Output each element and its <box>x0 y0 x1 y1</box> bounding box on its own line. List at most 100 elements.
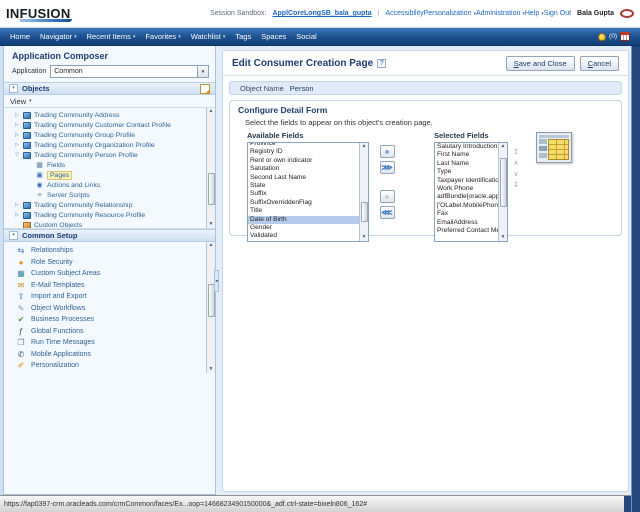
edit-note-icon[interactable] <box>200 84 210 94</box>
collapsed-arrow-icon[interactable]: ▷ <box>14 112 20 118</box>
list-option[interactable]: Rent or own indicator <box>248 157 359 165</box>
scroll-up-icon[interactable]: ▲ <box>362 144 367 149</box>
scroll-up-icon[interactable]: ▲ <box>209 243 214 248</box>
list-option[interactable]: Preferred Contact Method <box>435 227 498 235</box>
scroll-up-icon[interactable]: ▲ <box>501 144 506 149</box>
help-icon[interactable]: ? <box>377 59 386 68</box>
setup-item-mobile-applications[interactable]: ✆Mobile Applications <box>4 349 215 361</box>
list-option[interactable]: Suffix <box>248 190 359 198</box>
notifications-bell-icon[interactable] <box>598 33 606 41</box>
list-option[interactable]: Validated <box>248 232 359 238</box>
setup-item-relationships[interactable]: ⇆Relationships <box>4 245 215 257</box>
collapsed-arrow-icon[interactable]: ▷ <box>14 132 20 138</box>
list-option[interactable]: State <box>248 182 359 190</box>
setup-scrollbar[interactable]: ▲ ▼ <box>206 242 215 373</box>
scroll-down-icon[interactable]: ▼ <box>209 367 214 372</box>
list-option[interactable]: Date of Birth <box>248 216 359 224</box>
nav-item-tags[interactable]: Tags <box>235 32 251 41</box>
scrollbar-thumb[interactable] <box>361 202 368 222</box>
list-option[interactable]: EmailAddress <box>435 219 498 227</box>
scroll-down-icon[interactable]: ▼ <box>362 235 367 240</box>
tree-node-custom-objects[interactable]: Custom Objects <box>4 220 215 229</box>
tree-node-trading-community-group-profile[interactable]: ▷Trading Community Group Profile <box>4 130 215 140</box>
list-option[interactable]: Work Phone <box>435 185 498 193</box>
scrollbar-thumb[interactable] <box>500 158 507 207</box>
available-fields-listbox[interactable]: ProvinceRegistry IDRent or own indicator… <box>247 142 369 242</box>
move-to-top-button[interactable]: ↥ <box>513 149 519 156</box>
header-link-personalization[interactable]: Personalization▾ <box>424 10 476 17</box>
header-link-accessibility[interactable]: Accessibility <box>385 10 423 17</box>
setup-item-object-workflows[interactable]: ✎Object Workflows <box>4 303 215 315</box>
panel-splitter-handle[interactable]: ◂ <box>214 270 219 292</box>
calendar-icon[interactable] <box>620 32 630 41</box>
common-setup-section-header[interactable]: ▾ Common Setup <box>4 229 215 242</box>
nav-item-watchlist[interactable]: Watchlist▾ <box>191 32 226 41</box>
nav-item-navigator[interactable]: Navigator▾ <box>40 32 77 41</box>
move-all-button[interactable]: ⋙ <box>380 161 395 174</box>
list-option[interactable]: Fax <box>435 210 498 218</box>
remove-all-button[interactable]: ⋘ <box>380 206 395 219</box>
list-option[interactable]: Second Last Name <box>248 174 359 182</box>
setup-item-import-and-export[interactable]: ⇧Import and Export <box>4 291 215 303</box>
tree-node-trading-community-customer-contact-profile[interactable]: ▷Trading Community Customer Contact Prof… <box>4 120 215 130</box>
move-down-button[interactable]: ∨ <box>513 171 518 178</box>
list-option[interactable]: Registry ID <box>248 148 359 156</box>
nav-item-home[interactable]: Home <box>10 32 30 41</box>
scroll-down-icon[interactable]: ▼ <box>209 222 214 227</box>
setup-item-custom-subject-areas[interactable]: ▦Custom Subject Areas <box>4 268 215 280</box>
expanded-arrow-icon[interactable]: ▽ <box>14 152 20 158</box>
setup-item-role-security[interactable]: ●Role Security <box>4 257 215 269</box>
nav-item-spaces[interactable]: Spaces <box>261 32 286 41</box>
tree-child-pages[interactable]: ▣Pages <box>4 170 215 180</box>
header-link-sign-out[interactable]: Sign Out <box>544 10 571 17</box>
collapse-icon[interactable]: ▾ <box>9 84 18 93</box>
list-option[interactable]: Gender <box>248 224 359 232</box>
header-link-administration[interactable]: Administration▾ <box>476 10 525 17</box>
tree-node-trading-community-resource-profile[interactable]: ▷Trading Community Resource Profile <box>4 210 215 220</box>
scroll-up-icon[interactable]: ▲ <box>209 109 214 114</box>
tree-child-fields[interactable]: ▦Fields <box>4 160 215 170</box>
cancel-button[interactable]: Cancel <box>580 56 619 71</box>
tree-child-actions-and-links[interactable]: ◉Actions and Links <box>4 180 215 190</box>
selected-fields-listbox[interactable]: Salutary IntroductionFirst NameLast Name… <box>434 142 508 242</box>
list-option[interactable]: SuffixOverriddenFlag <box>248 199 359 207</box>
tree-node-trading-community-address[interactable]: ▷Trading Community Address <box>4 110 215 120</box>
list-option[interactable]: First Name <box>435 151 498 159</box>
setup-item-run-time-messages[interactable]: ❐Run Time Messages <box>4 337 215 349</box>
tree-scrollbar[interactable]: ▲ ▼ <box>206 108 215 228</box>
move-to-bottom-button[interactable]: ↧ <box>513 182 519 189</box>
list-option[interactable]: Salutary Introduction <box>435 143 498 151</box>
tree-node-trading-community-organization-profile[interactable]: ▷Trading Community Organization Profile <box>4 140 215 150</box>
collapsed-arrow-icon[interactable]: ▷ <box>14 202 20 208</box>
setup-item-e-mail-templates[interactable]: ✉E-Mail Templates <box>4 280 215 292</box>
header-link-help[interactable]: Help▾ <box>525 10 544 17</box>
remove-button[interactable]: « <box>380 190 395 203</box>
collapsed-arrow-icon[interactable]: ▷ <box>14 212 20 218</box>
selected-scrollbar[interactable]: ▲ ▼ <box>498 143 507 241</box>
tree-node-trading-community-relationship[interactable]: ▷Trading Community Relationship <box>4 200 215 210</box>
setup-item-global-functions[interactable]: ƒGlobal Functions <box>4 326 215 338</box>
setup-item-personalization[interactable]: ✐Personalization <box>4 360 215 372</box>
session-sandbox-link[interactable]: ApplCoreLongSB_bala_gupta <box>272 10 371 17</box>
setup-item-business-processes[interactable]: ✔Business Processes <box>4 314 215 326</box>
objects-section-header[interactable]: ▾ Objects <box>4 82 215 95</box>
list-option[interactable]: Type <box>435 168 498 176</box>
list-option[interactable]: Title <box>248 207 359 215</box>
view-menu[interactable]: View ▾ <box>4 95 215 108</box>
tree-child-server-scripts[interactable]: ≡Server Scripts <box>4 190 215 200</box>
tree-node-trading-community-person-profile[interactable]: ▽Trading Community Person Profile <box>4 150 215 160</box>
list-option[interactable]: adfBundle[oracle.apps.customerCenter.app <box>435 193 498 201</box>
list-option[interactable]: Last Name <box>435 160 498 168</box>
list-option[interactable]: ['OLabel.MobilePhone.MobilePhoneNumber'] <box>435 202 498 210</box>
application-select[interactable]: Common ▼ <box>50 65 209 78</box>
nav-item-recent-items[interactable]: Recent Items▾ <box>87 32 136 41</box>
list-option[interactable]: Taxpayer Identification Number <box>435 177 498 185</box>
move-button[interactable]: » <box>380 145 395 158</box>
select-dropdown-icon[interactable]: ▼ <box>197 66 208 77</box>
save-and-close-button[interactable]: Save and Close <box>506 56 575 71</box>
scroll-down-icon[interactable]: ▼ <box>501 235 506 240</box>
nav-item-social[interactable]: Social <box>296 32 316 41</box>
available-scrollbar[interactable]: ▲ ▼ <box>359 143 368 241</box>
nav-item-favorites[interactable]: Favorites▾ <box>145 32 180 41</box>
collapse-icon[interactable]: ▾ <box>9 231 18 240</box>
